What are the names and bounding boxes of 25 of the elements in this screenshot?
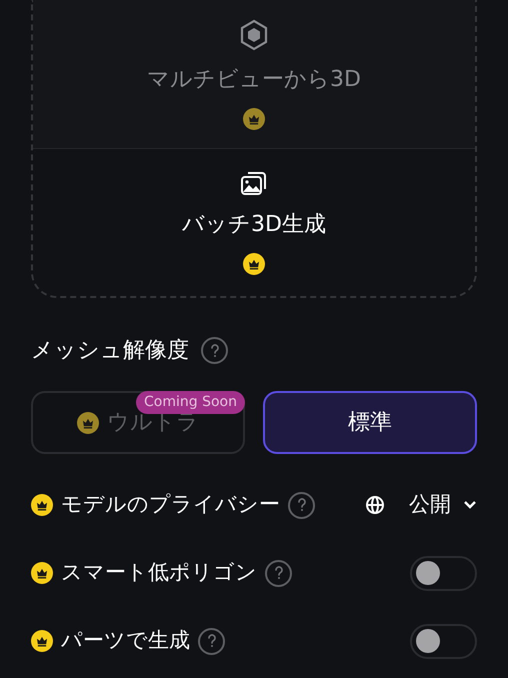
toggle-switch[interactable]: [410, 556, 477, 590]
crown-icon: [243, 253, 265, 275]
help-icon[interactable]: [288, 492, 315, 518]
crown-icon: [31, 562, 53, 584]
crown-icon: [243, 108, 265, 130]
toggle-switch[interactable]: [410, 624, 477, 658]
help-icon[interactable]: [198, 628, 225, 654]
coming-soon-badge: Coming Soon: [136, 391, 245, 414]
globe-icon: [365, 495, 385, 515]
crown-icon: [31, 494, 53, 516]
mode-option[interactable]: バッチ3D生成: [33, 148, 475, 296]
setting-label: パーツで生成: [61, 627, 190, 654]
crown-icon: [31, 630, 53, 652]
chevron-down-icon: [463, 500, 477, 510]
mode-label: マルチビューから3D: [147, 66, 361, 94]
images-icon: [240, 170, 268, 196]
privacy-dropdown[interactable]: 公開: [365, 489, 477, 521]
help-icon[interactable]: [265, 560, 292, 586]
cube-icon: [239, 18, 269, 50]
setting-label: モデルのプライバシー: [61, 491, 280, 518]
resolution-option[interactable]: 標準: [263, 391, 477, 454]
section-title: メッシュ解像度: [31, 337, 189, 365]
setting-label: スマート低ポリゴン: [61, 559, 257, 586]
mode-label: バッチ3D生成: [182, 211, 326, 239]
help-icon[interactable]: [201, 337, 228, 364]
